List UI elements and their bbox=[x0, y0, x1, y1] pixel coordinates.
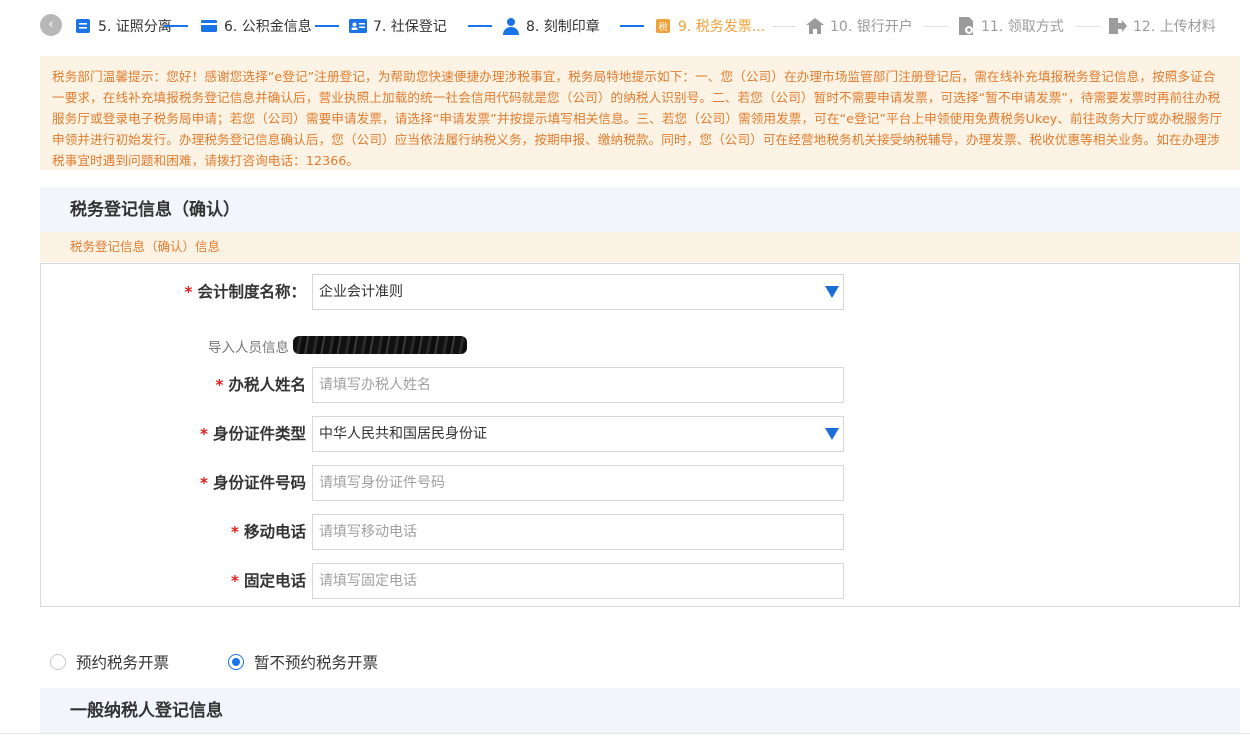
scroll-left-arrow-icon[interactable]: ‹ bbox=[40, 14, 62, 36]
id-type-row: * 身份证件类型 中华人民共和国居民身份证 bbox=[41, 415, 1241, 453]
accounting-system-label: * 会计制度名称： bbox=[184, 283, 306, 301]
step-label: 11. 领取方式 bbox=[981, 19, 1064, 35]
step-label: 8. 刻制印章 bbox=[526, 19, 600, 35]
mobile-input[interactable] bbox=[312, 514, 844, 550]
id-type-value: 中华人民共和国居民身份证 bbox=[319, 426, 487, 442]
radio-circle[interactable] bbox=[228, 654, 244, 670]
accounting-system-value: 企业会计准则 bbox=[319, 284, 403, 300]
step-connector bbox=[620, 25, 644, 27]
upload-exit-icon bbox=[1109, 17, 1127, 35]
step-label: 12. 上传材料 bbox=[1133, 19, 1216, 35]
document-list-icon bbox=[74, 17, 92, 35]
accounting-system-row: * 会计制度名称： 企业会计准则 bbox=[41, 273, 1241, 311]
redacted-content bbox=[293, 336, 467, 354]
required-mark: * bbox=[184, 283, 193, 301]
step-label: 9. 税务发票... bbox=[678, 19, 766, 35]
mobile-label: * 移动电话 bbox=[230, 523, 306, 541]
tax-registration-form: *会计制度名称： 企业会计准则 导入人员信息 *办税人姓名 *身份证件类型 中华… bbox=[40, 263, 1240, 607]
landline-row: * 固定电话 bbox=[41, 562, 1241, 600]
step-connector bbox=[772, 26, 796, 27]
step-5[interactable]: 5. 证照分离 bbox=[74, 8, 172, 44]
import-personnel-row: 导入人员信息 bbox=[41, 330, 1241, 360]
id-card-icon bbox=[349, 17, 367, 35]
required-mark: * bbox=[199, 425, 208, 443]
mobile-row: * 移动电话 bbox=[41, 513, 1241, 551]
step-11[interactable]: 11. 领取方式 bbox=[957, 8, 1064, 44]
id-number-input[interactable] bbox=[312, 465, 844, 501]
required-mark: * bbox=[199, 474, 208, 492]
step-connector bbox=[1075, 26, 1099, 27]
dropdown-arrow-icon bbox=[825, 428, 839, 440]
landline-label: * 固定电话 bbox=[230, 572, 306, 590]
dropdown-arrow-icon bbox=[825, 286, 839, 298]
required-mark: * bbox=[230, 523, 239, 541]
taxer-name-input[interactable] bbox=[312, 367, 844, 403]
radio-book-invoice[interactable]: 预约税务开票 bbox=[50, 650, 169, 674]
landline-input[interactable] bbox=[312, 563, 844, 599]
step-7[interactable]: 7. 社保登记 bbox=[349, 8, 447, 44]
step-9[interactable]: 税 9. 税务发票... bbox=[654, 8, 765, 44]
step-10[interactable]: 10. 银行开户 bbox=[806, 8, 913, 44]
radio-label: 预约税务开票 bbox=[76, 654, 170, 672]
accounting-system-select[interactable]: 企业会计准则 bbox=[312, 274, 844, 310]
step-6[interactable]: 6. 公积金信息 bbox=[200, 8, 312, 44]
required-mark: * bbox=[230, 572, 239, 590]
divider bbox=[0, 733, 1250, 734]
step-connector bbox=[923, 26, 947, 27]
required-mark: * bbox=[215, 376, 224, 394]
step-label: 6. 公积金信息 bbox=[224, 19, 312, 35]
tax-notice: 税务部门温馨提示：您好！感谢您选择“e登记”注册登记，为帮助您快速便捷办理涉税事… bbox=[40, 56, 1240, 170]
step-connector bbox=[468, 25, 492, 27]
radio-circle[interactable] bbox=[50, 654, 66, 670]
radio-no-book-invoice[interactable]: 暂不预约税务开票 bbox=[228, 650, 378, 674]
general-taxpayer-title: 一般纳税人登记信息 bbox=[40, 688, 1240, 734]
card-icon bbox=[200, 17, 218, 35]
step-label: 7. 社保登记 bbox=[373, 19, 447, 35]
step-progress-bar: ‹ 5. 证照分离 6. 公积金信息 7. 社保登记 8. 刻制印章 税 9. … bbox=[40, 8, 1240, 44]
step-8[interactable]: 8. 刻制印章 bbox=[502, 8, 600, 44]
section-subtitle: 税务登记信息（确认）信息 bbox=[40, 232, 1240, 262]
step-12[interactable]: 12. 上传材料 bbox=[1109, 8, 1216, 44]
person-icon bbox=[502, 17, 520, 35]
receipt-icon bbox=[957, 17, 975, 35]
tax-invoice-icon: 税 bbox=[654, 17, 672, 35]
step-label: 10. 银行开户 bbox=[830, 19, 913, 35]
id-number-label: * 身份证件号码 bbox=[199, 474, 306, 492]
svg-text:税: 税 bbox=[658, 21, 667, 33]
taxer-name-row: * 办税人姓名 bbox=[41, 366, 1241, 404]
id-type-label: * 身份证件类型 bbox=[199, 425, 306, 443]
section-title: 税务登记信息（确认） bbox=[40, 187, 1240, 233]
id-number-row: * 身份证件号码 bbox=[41, 464, 1241, 502]
import-personnel-label: 导入人员信息 bbox=[208, 340, 289, 356]
taxer-name-label: * 办税人姓名 bbox=[215, 376, 306, 394]
step-connector bbox=[164, 25, 188, 27]
radio-label: 暂不预约税务开票 bbox=[254, 654, 379, 672]
step-connector bbox=[315, 25, 339, 27]
id-type-select[interactable]: 中华人民共和国居民身份证 bbox=[312, 416, 844, 452]
bank-icon bbox=[806, 17, 824, 35]
step-label: 5. 证照分离 bbox=[98, 19, 172, 35]
